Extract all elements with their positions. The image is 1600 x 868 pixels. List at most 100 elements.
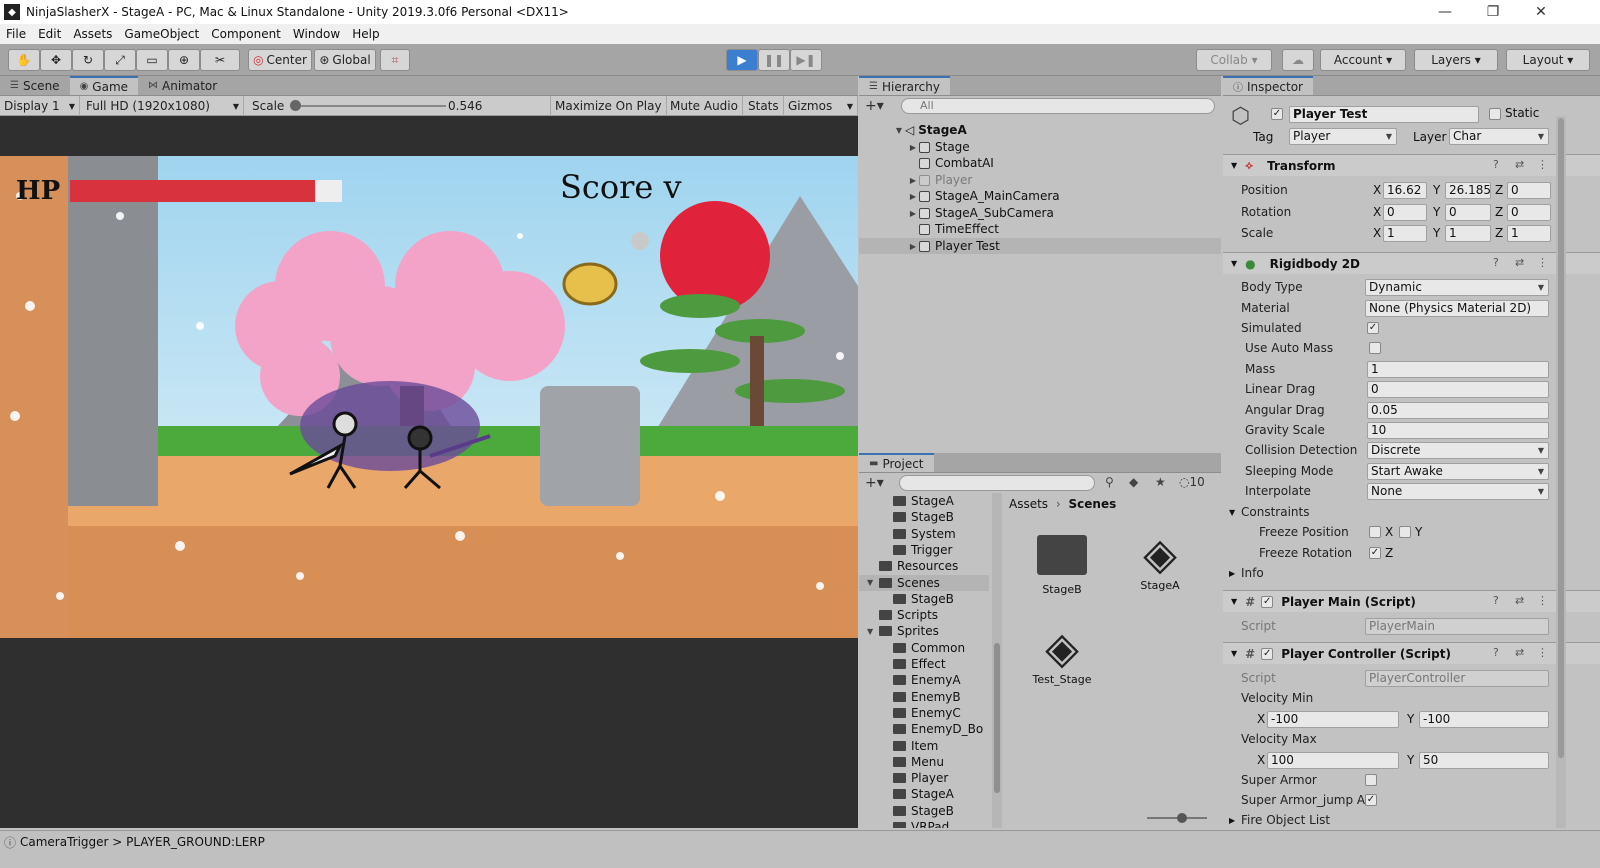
active-checkbox[interactable]: ✓ xyxy=(1271,108,1283,120)
player-controller-enabled-checkbox[interactable]: ✓ xyxy=(1261,647,1274,660)
favorite-star-icon[interactable]: ★ xyxy=(1155,475,1166,489)
project-folder-item[interactable]: StageA xyxy=(859,786,989,802)
scale-slider[interactable]: Scale 0.546 xyxy=(248,96,548,116)
project-folder-item[interactable]: Scripts xyxy=(859,607,989,623)
project-folder-item[interactable]: Menu xyxy=(859,754,989,770)
tab-animator[interactable]: ⋈ Animator xyxy=(138,76,227,95)
gravity-scale-input[interactable]: 10 xyxy=(1367,421,1549,439)
asset-scene[interactable]: ◈ StageA xyxy=(1120,531,1200,593)
restore-button[interactable]: ❐ xyxy=(1470,0,1516,24)
create-button[interactable]: +▾ xyxy=(865,98,884,114)
icon-size-slider[interactable] xyxy=(1147,813,1207,823)
hierarchy-item[interactable]: ▶ StageA_MainCamera xyxy=(859,188,1221,204)
preset-icon[interactable]: ⇄ xyxy=(1515,158,1524,171)
simulated-checkbox[interactable]: ✓ xyxy=(1367,322,1379,334)
freeze-position-y-checkbox[interactable] xyxy=(1399,526,1411,538)
create-asset-button[interactable]: +▾ xyxy=(865,475,884,491)
filter-by-type-icon[interactable]: ⚲ xyxy=(1105,475,1114,489)
game-viewport[interactable]: HP Score v xyxy=(0,156,858,638)
stats-toggle[interactable]: Stats xyxy=(744,96,784,116)
velocity-max-x-input[interactable]: 100 xyxy=(1267,751,1399,769)
menu-file[interactable]: File xyxy=(0,27,32,41)
cloud-icon[interactable]: ☁ xyxy=(1282,49,1314,71)
material-object-field[interactable]: None (Physics Material 2D) xyxy=(1365,299,1549,317)
hierarchy-item[interactable]: TimeEffect xyxy=(859,221,1221,237)
space-global-button[interactable]: ⊛ Global xyxy=(314,49,376,71)
hierarchy-item[interactable]: ▶ Player xyxy=(859,172,1221,188)
velocity-min-x-input[interactable]: -100 xyxy=(1267,710,1399,728)
pause-button[interactable]: ❚❚ xyxy=(758,49,790,71)
preset-icon[interactable]: ⇄ xyxy=(1515,646,1524,659)
grid-snap-icon[interactable]: ⌗ xyxy=(380,49,410,71)
minimize-button[interactable]: — xyxy=(1422,0,1468,24)
layer-dropdown[interactable]: Char xyxy=(1449,128,1549,145)
menu-dots-icon[interactable]: ⋮ xyxy=(1537,158,1548,171)
project-folder-item[interactable]: Trigger xyxy=(859,542,989,558)
velocity-max-y-input[interactable]: 50 xyxy=(1419,751,1549,769)
scale-x-input[interactable]: 1 xyxy=(1383,224,1427,242)
display-dropdown[interactable]: Display 1 ▼ xyxy=(0,96,80,116)
inspector-scrollbar-thumb[interactable] xyxy=(1558,118,1564,758)
collab-dropdown[interactable]: Collab ▾ xyxy=(1196,49,1272,71)
expand-arrow-icon[interactable]: ▼ xyxy=(867,578,873,587)
project-folder-item[interactable]: Common xyxy=(859,640,989,656)
help-icon[interactable]: ? xyxy=(1493,646,1499,659)
scale-tool-icon[interactable]: ⤢ xyxy=(104,49,136,71)
tab-scene[interactable]: ☰ Scene xyxy=(0,76,70,95)
help-icon[interactable]: ? xyxy=(1493,594,1499,607)
position-y-input[interactable]: 26.185 xyxy=(1445,181,1491,199)
fire-object-list-foldout[interactable]: ▶ Fire Object List xyxy=(1223,810,1600,830)
project-folder-item[interactable]: EnemyD_Bo xyxy=(859,721,989,737)
freeze-position-x-checkbox[interactable] xyxy=(1369,526,1381,538)
asset-scene[interactable]: ◈ Test_Stage xyxy=(1022,625,1102,687)
position-x-input[interactable]: 16.62 xyxy=(1383,181,1427,199)
constraints-foldout[interactable]: ▼ Constraints xyxy=(1223,502,1600,522)
help-icon[interactable]: ? xyxy=(1493,158,1499,171)
menu-assets[interactable]: Assets xyxy=(67,27,118,41)
menu-gameobject[interactable]: GameObject xyxy=(118,27,205,41)
play-button[interactable]: ▶ xyxy=(726,49,758,71)
maximize-on-play-toggle[interactable]: Maximize On Play xyxy=(550,96,667,116)
tag-dropdown[interactable]: Player xyxy=(1289,128,1397,145)
breadcrumb-assets[interactable]: Assets xyxy=(1009,497,1048,511)
tree-scrollbar[interactable] xyxy=(992,493,1002,828)
project-folder-item[interactable]: Player xyxy=(859,770,989,786)
account-dropdown[interactable]: Account ▾ xyxy=(1320,49,1406,71)
player-main-enabled-checkbox[interactable]: ✓ xyxy=(1261,595,1274,608)
project-folder-item[interactable]: Resources xyxy=(859,558,989,574)
close-button[interactable]: ✕ xyxy=(1518,0,1564,24)
icon-size-slider-handle[interactable] xyxy=(1177,813,1187,823)
layers-dropdown[interactable]: Layers ▾ xyxy=(1414,49,1498,71)
hierarchy-item[interactable]: CombatAI xyxy=(859,155,1221,171)
project-folder-item[interactable]: ▼ Sprites xyxy=(859,623,989,639)
project-folder-item[interactable]: EnemyC xyxy=(859,705,989,721)
super-armor-jump-checkbox[interactable]: ✓ xyxy=(1365,794,1377,806)
hierarchy-item[interactable]: ▶ Stage xyxy=(859,139,1221,155)
scene-root[interactable]: ▼ ◁ StageA xyxy=(859,122,1221,138)
menu-dots-icon[interactable]: ⋮ xyxy=(1537,646,1548,659)
hand-tool-icon[interactable]: ✋ xyxy=(8,49,40,71)
project-folder-item[interactable]: StageB xyxy=(859,803,989,819)
tab-hierarchy[interactable]: ☰ Hierarchy xyxy=(859,76,950,95)
rotate-tool-icon[interactable]: ↻ xyxy=(72,49,104,71)
project-folder-item[interactable]: StageB xyxy=(859,509,989,525)
tab-project[interactable]: ▬ Project xyxy=(859,453,934,472)
project-folder-item[interactable]: VRPad xyxy=(859,819,989,828)
pivot-center-button[interactable]: ◎ Center xyxy=(248,49,312,71)
inspector-scrollbar[interactable] xyxy=(1556,116,1566,828)
mass-input[interactable]: 1 xyxy=(1367,360,1549,378)
rotation-x-input[interactable]: 0 xyxy=(1383,203,1427,221)
resolution-dropdown[interactable]: Full HD (1920x1080) ▼ xyxy=(82,96,244,116)
menu-component[interactable]: Component xyxy=(205,27,287,41)
scale-y-input[interactable]: 1 xyxy=(1445,224,1491,242)
hidden-packages-count[interactable]: ◌10 xyxy=(1179,475,1205,489)
help-icon[interactable]: ? xyxy=(1493,256,1499,269)
tab-game[interactable]: ◉ Game xyxy=(69,76,139,95)
menu-help[interactable]: Help xyxy=(346,27,385,41)
breadcrumb-scenes[interactable]: Scenes xyxy=(1069,497,1117,511)
interpolate-dropdown[interactable]: None xyxy=(1367,482,1549,500)
project-folder-item[interactable]: EnemyA xyxy=(859,672,989,688)
project-folder-item[interactable]: Item xyxy=(859,738,989,754)
mute-audio-toggle[interactable]: Mute Audio xyxy=(666,96,743,116)
menu-dots-icon[interactable]: ⋮ xyxy=(1537,256,1548,269)
